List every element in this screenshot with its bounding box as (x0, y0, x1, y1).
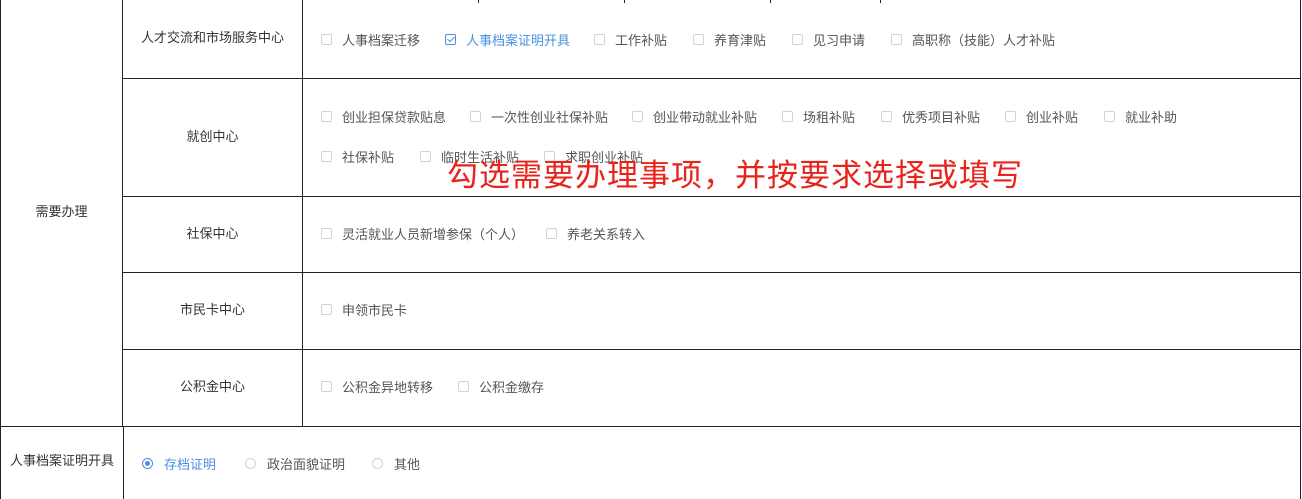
radio-icon[interactable] (372, 458, 383, 469)
option-checkbox[interactable]: 灵活就业人员新增参保（个人） (321, 224, 524, 243)
option-checkbox[interactable]: 社保补贴 (321, 147, 394, 166)
checkbox-icon[interactable] (321, 111, 332, 122)
option-checkbox[interactable]: 申领市民卡 (321, 300, 407, 319)
option-checkbox[interactable]: 人事档案迁移 (321, 30, 420, 49)
table-border-right (1300, 0, 1301, 499)
checkbox-checked-icon[interactable] (445, 34, 456, 45)
checkbox-icon[interactable] (321, 151, 332, 162)
column-tick (478, 0, 479, 3)
option-checkbox[interactable]: 高职称（技能）人才补贴 (891, 30, 1055, 49)
radio-option[interactable]: 存档证明 (142, 454, 216, 473)
checkbox-icon[interactable] (546, 228, 557, 239)
center-label-social-security: 社保中心 (186, 226, 239, 242)
checkbox-icon[interactable] (792, 34, 803, 45)
column-tick (770, 0, 771, 3)
form-table: 需要办理 人才交流和市场服务中心 就创中心 社保中心 市民卡中心 公积金中心 人… (0, 0, 1302, 499)
option-checkbox[interactable]: 人事档案证明开具 (445, 30, 570, 49)
option-checkbox[interactable]: 养育津贴 (693, 30, 766, 49)
checkbox-icon[interactable] (693, 34, 704, 45)
checkbox-icon[interactable] (782, 111, 793, 122)
checkbox-icon[interactable] (632, 111, 643, 122)
radio-option[interactable]: 政治面貌证明 (245, 454, 345, 473)
center-label-housing-fund: 公积金中心 (179, 380, 245, 395)
checkbox-icon[interactable] (881, 111, 892, 122)
checkbox-icon[interactable] (420, 151, 431, 162)
checkbox-icon[interactable] (594, 34, 605, 45)
column-tick (880, 0, 881, 3)
option-checkbox[interactable]: 优秀项目补贴 (881, 107, 980, 126)
center-label-talent: 人才交流和市场服务中心 (140, 31, 284, 46)
radio-selected-icon[interactable] (142, 458, 153, 469)
option-checkbox[interactable]: 一次性创业社保补贴 (470, 107, 608, 126)
checkbox-icon[interactable] (458, 381, 469, 392)
proof-row-label: 人事档案证明开具 (9, 453, 114, 469)
column-divider (123, 426, 124, 499)
section-label: 需要办理 (35, 205, 88, 220)
checkbox-icon[interactable] (321, 304, 332, 315)
center-label-employment: 就创中心 (186, 129, 239, 145)
instruction-overlay: 勾选需要办理事项，并按要求选择或填写 (447, 158, 1023, 194)
option-checkbox[interactable]: 工作补贴 (594, 30, 667, 49)
option-checkbox[interactable]: 就业补助 (1104, 107, 1177, 126)
radio-icon[interactable] (245, 458, 256, 469)
center-label-citizen-card: 市民卡中心 (179, 303, 245, 318)
option-checkbox[interactable]: 创业担保贷款贴息 (321, 107, 446, 126)
column-tick (624, 0, 625, 3)
option-checkbox[interactable]: 创业带动就业补贴 (632, 107, 757, 126)
option-checkbox[interactable]: 养老关系转入 (546, 224, 645, 243)
option-checkbox[interactable]: 见习申请 (792, 30, 865, 49)
column-divider (302, 0, 303, 426)
checkbox-icon[interactable] (1104, 111, 1115, 122)
checkbox-icon[interactable] (891, 34, 902, 45)
checkbox-icon[interactable] (321, 228, 332, 239)
row-divider (0, 426, 1301, 427)
option-checkbox[interactable]: 创业补贴 (1005, 107, 1078, 126)
checkbox-icon[interactable] (1005, 111, 1016, 122)
option-checkbox[interactable]: 公积金异地转移 (321, 377, 433, 396)
checkbox-icon[interactable] (321, 381, 332, 392)
checkbox-icon[interactable] (470, 111, 481, 122)
checkbox-icon[interactable] (321, 34, 332, 45)
option-checkbox[interactable]: 场租补贴 (782, 107, 855, 126)
option-checkbox[interactable]: 公积金缴存 (458, 377, 544, 396)
radio-option[interactable]: 其他 (372, 454, 420, 473)
